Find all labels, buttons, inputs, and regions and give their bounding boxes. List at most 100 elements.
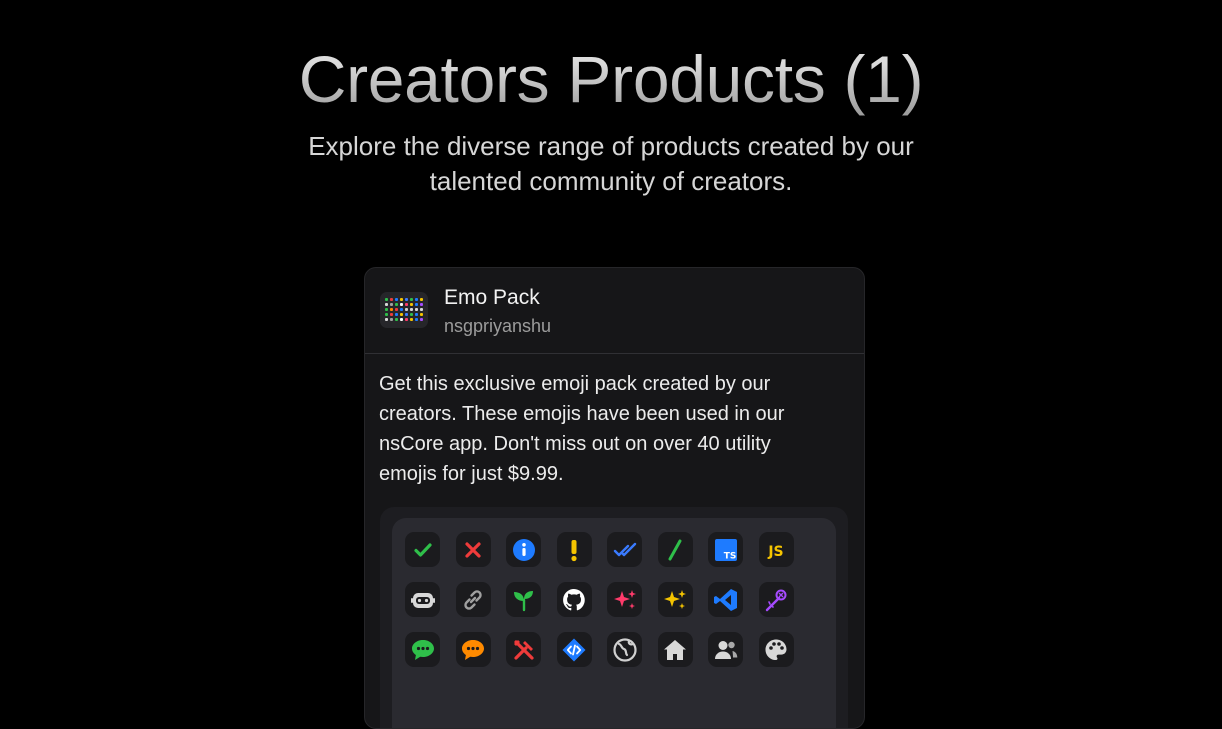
thumbnail-dot <box>400 308 403 311</box>
product-card[interactable]: Emo Pack nsgpriyanshu Get this exclusive… <box>364 267 865 729</box>
emoji-preview-panel: TS JS <box>392 518 836 728</box>
thumbnail-dot <box>420 303 423 306</box>
javascript-icon: JS <box>767 544 783 560</box>
emoji-tile <box>708 582 743 617</box>
thumbnail-dot <box>395 303 398 306</box>
product-preview: TS JS <box>380 507 848 728</box>
typescript-icon: TS <box>714 538 737 561</box>
emoji-tile <box>758 632 794 667</box>
thumbnail-dot <box>385 308 388 311</box>
sparkles-pink-icon <box>613 589 636 609</box>
thumbnail-dot <box>390 303 393 306</box>
emoji-tile <box>506 632 541 667</box>
emoji-icon-label: TS <box>723 551 736 561</box>
thumbnail-dot <box>385 303 388 306</box>
emoji-tile: TS <box>708 532 743 567</box>
thumbnail-dot <box>420 298 423 301</box>
emoji-tile <box>556 632 592 667</box>
thumbnail-dot <box>395 313 398 316</box>
double-check-icon <box>613 542 636 556</box>
emoji-tile <box>556 582 592 617</box>
robot-icon <box>410 592 435 608</box>
thumbnail-dot <box>410 303 413 306</box>
github-icon <box>563 588 585 610</box>
palette-icon <box>765 639 787 660</box>
page-header: Creators Products (1) Explore the divers… <box>0 0 1222 199</box>
emoji-tile <box>708 632 743 667</box>
thumbnail-dot <box>410 318 413 321</box>
info-icon <box>512 538 535 561</box>
thumbnail-dot <box>400 318 403 321</box>
thumbnail-dot <box>390 313 393 316</box>
sparkles-yellow-icon <box>664 589 686 609</box>
emoji-tile <box>405 532 440 567</box>
exclamation-icon <box>571 539 577 561</box>
emoji-tile <box>506 532 541 567</box>
check-icon <box>413 542 432 557</box>
thumbnail-dot <box>415 303 418 306</box>
thumbnail-dot <box>385 313 388 316</box>
product-name[interactable]: Emo Pack <box>444 286 540 310</box>
thumbnail-dot <box>395 308 398 311</box>
code-icon <box>562 638 586 661</box>
cross-icon <box>465 541 481 558</box>
creator-name[interactable]: nsgpriyanshu <box>444 316 551 337</box>
globe-icon <box>612 637 637 662</box>
emoji-tile <box>657 532 693 567</box>
emoji-tile <box>405 582 440 617</box>
thumbnail-dot <box>410 308 413 311</box>
sprout-icon <box>513 590 533 611</box>
thumbnail-dot <box>400 313 403 316</box>
thumbnail-dot <box>410 313 413 316</box>
thumbnail-dot <box>420 318 423 321</box>
thumbnail-dot <box>400 303 403 306</box>
emoji-tile <box>455 582 491 617</box>
chat-bubble-icon <box>411 639 434 660</box>
thumbnail-dot <box>405 308 408 311</box>
thumbnail-dot <box>390 318 393 321</box>
emoji-tile <box>607 632 642 667</box>
thumbnail-dot <box>415 308 418 311</box>
emoji-tile <box>506 582 541 617</box>
emoji-tile <box>657 582 693 617</box>
magic-wand-icon <box>765 589 787 611</box>
thumbnail-dot <box>420 313 423 316</box>
emoji-tile: JS <box>758 532 794 567</box>
thumbnail-dot <box>410 298 413 301</box>
speech-bubble-icon <box>462 639 484 660</box>
emoji-grid: TS JS <box>405 532 794 667</box>
page-title: Creators Products (1) <box>0 0 1222 117</box>
thumbnail-dot <box>405 303 408 306</box>
thumbnail-dot <box>390 298 393 301</box>
emoji-icon-label: JS <box>767 544 783 560</box>
users-icon <box>714 640 737 659</box>
thumbnail-dot <box>385 318 388 321</box>
emoji-tile <box>607 582 642 617</box>
thumbnail-dot <box>415 298 418 301</box>
tools-icon <box>513 639 534 660</box>
emoji-tile <box>556 532 592 567</box>
thumbnail-dot <box>390 308 393 311</box>
link-icon <box>464 589 482 610</box>
thumbnail-dot <box>420 308 423 311</box>
home-icon <box>664 639 686 660</box>
emoji-tile <box>405 632 440 667</box>
thumbnail-dot <box>415 313 418 316</box>
thumbnail-dot <box>385 298 388 301</box>
emoji-tile <box>758 582 794 617</box>
slash-icon <box>668 539 682 560</box>
product-description: Get this exclusive emoji pack created by… <box>379 373 785 485</box>
thumbnail-dot <box>405 298 408 301</box>
emoji-tile <box>657 632 693 667</box>
thumbnail-dot <box>400 298 403 301</box>
thumbnail-dot <box>405 313 408 316</box>
vscode-icon <box>713 588 737 611</box>
emoji-tile <box>455 632 491 667</box>
emoji-tile <box>455 532 491 567</box>
product-card-header: Emo Pack nsgpriyanshu <box>365 268 864 354</box>
product-thumbnail <box>380 292 428 328</box>
thumbnail-dot <box>395 318 398 321</box>
thumbnail-dot <box>405 318 408 321</box>
thumbnail-dot <box>395 298 398 301</box>
thumbnail-dot <box>415 318 418 321</box>
